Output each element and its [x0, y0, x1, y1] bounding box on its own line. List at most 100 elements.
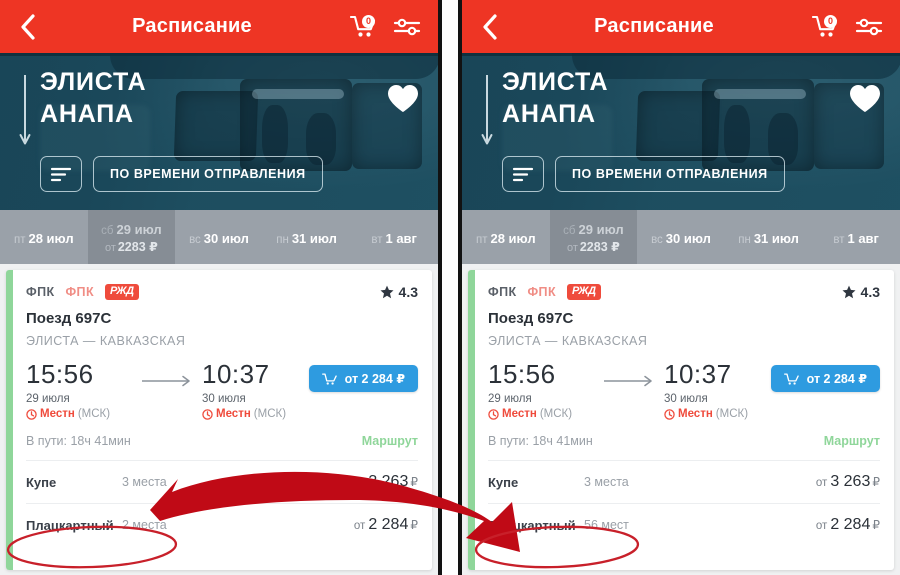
date-price: 2283 ₽ [579, 240, 620, 254]
departure-block: 15:56 29 июля Местн (МСК) [26, 361, 133, 420]
shopping-cart-icon [783, 372, 799, 385]
date-price-prefix: от [104, 242, 116, 254]
departure-date: 29 июля [26, 393, 70, 405]
date-dow: вс [651, 233, 663, 246]
date-day: 29 июл [116, 222, 162, 237]
date-cell[interactable]: пт 28 июл [0, 210, 88, 264]
date-dow: вс [189, 233, 201, 246]
app-bar-actions: 0 [348, 12, 426, 42]
class-price-value: 3 263 [368, 473, 409, 490]
date-cell[interactable]: вс 30 июл [175, 210, 263, 264]
class-row[interactable]: Плацкартный 56 мест от 2 284 ₽ [488, 504, 880, 546]
results-list: ФПК ФПК РЖД 4.3 Поезд 697С ЭЛИСТА — КАВК… [0, 264, 438, 575]
carrier-badges: ФПК ФПК РЖД [26, 284, 139, 300]
carrier-name-2: ФПК [65, 285, 94, 299]
date-cell[interactable]: пт 28 июл [462, 210, 550, 264]
route-details-link[interactable]: Маршрут [362, 434, 418, 448]
cart-count-badge: 0 [824, 14, 837, 28]
class-price: от 2 284 ₽ [816, 516, 880, 534]
class-price-prefix: от [353, 520, 366, 532]
arrival-timezone-label: Местн [677, 408, 713, 420]
shopping-cart-icon[interactable]: 0 [348, 12, 378, 42]
hero-buttons: ПО ВРЕМЕНИ ОТПРАВЛЕНИЯ [40, 156, 323, 192]
carrier-name-1: ФПК [26, 285, 55, 299]
class-name: Плацкартный [488, 517, 576, 533]
app-bar-actions: 0 [810, 12, 888, 42]
sort-by-departure-button[interactable]: ПО ВРЕМЕНИ ОТПРАВЛЕНИЯ [555, 156, 785, 192]
date-cell[interactable]: пн 31 июл [725, 210, 813, 264]
date-cell-selected[interactable]: сб 29 июл от 2283 ₽ [87, 210, 176, 264]
departure-timezone-note: (МСК) [539, 408, 573, 420]
class-row[interactable]: Купе 3 места от 3 263 ₽ [488, 461, 880, 504]
trip-duration: В пути: 18ч 41мин [488, 434, 593, 448]
buy-ticket-button[interactable]: от 2 284 ₽ [308, 365, 419, 392]
class-price-currency: ₽ [872, 475, 880, 489]
class-price: от 3 263 ₽ [354, 473, 418, 491]
carrier-badges: ФПК ФПК РЖД [488, 284, 601, 300]
route-block: ЭЛИСТА АНАПА [476, 67, 884, 151]
carrier-name-1: ФПК [488, 285, 517, 299]
arrival-timezone-note: (МСК) [715, 408, 749, 420]
arrival-date: 30 июля [201, 393, 246, 405]
sort-lines-icon[interactable] [40, 156, 82, 192]
heart-filled-icon[interactable] [386, 83, 420, 119]
train-route: ЭЛИСТА — КАВКАЗСКАЯ [26, 334, 186, 348]
date-day: 29 июл [578, 222, 624, 237]
arrival-timezone-note: (МСК) [253, 408, 287, 420]
date-dow: вт [833, 233, 845, 246]
rating-value: 4.3 [860, 284, 880, 300]
buy-ticket-button[interactable]: от 2 284 ₽ [770, 365, 881, 392]
route-details-link[interactable]: Маршрут [824, 434, 880, 448]
shopping-cart-icon[interactable]: 0 [810, 12, 840, 42]
shopping-cart-icon [321, 372, 337, 385]
departure-timezone: Местн (МСК) [26, 408, 133, 420]
app-bar: Расписание 0 [0, 0, 438, 53]
rating-value: 4.3 [398, 284, 418, 300]
app-bar: Расписание 0 [462, 0, 900, 53]
train-card[interactable]: ФПК ФПК РЖД 4.3 Поезд 697С ЭЛИСТА — КАВК… [6, 270, 432, 570]
date-strip: пт 28 июл сб 29 июл от 2283 ₽ вс 30 июл пн 31… [0, 210, 438, 264]
date-day: 31 июл [291, 230, 337, 246]
class-seats: 2 места [122, 518, 167, 532]
sort-by-departure-button[interactable]: ПО ВРЕМЕНИ ОТПРАВЛЕНИЯ [93, 156, 323, 192]
sort-lines-icon[interactable] [502, 156, 544, 192]
date-cell-selected[interactable]: сб 29 июл от 2283 ₽ [549, 210, 638, 264]
arrow-right-icon [595, 361, 664, 387]
departure-timezone: Местн (МСК) [488, 408, 595, 420]
route-hero: ЭЛИСТА АНАПА ПО ВРЕМЕНИ ОТПРАВЛЕНИЯ [0, 53, 438, 210]
date-day: 1 авг [385, 230, 417, 246]
clock-icon [664, 408, 675, 420]
date-cell[interactable]: вт 1 авг [350, 210, 438, 264]
departure-block: 15:56 29 июля Местн (МСК) [488, 361, 595, 420]
route-origin: ЭЛИСТА [502, 68, 609, 96]
train-card[interactable]: ФПК ФПК РЖД 4.3 Поезд 697С ЭЛИСТА — КАВК… [468, 270, 894, 570]
card-accent-stripe [6, 270, 13, 570]
class-row[interactable]: Купе 3 места от 3 263 ₽ [26, 461, 418, 504]
sliders-filter-icon[interactable] [854, 12, 884, 42]
date-cell[interactable]: пн 31 июл [263, 210, 351, 264]
sliders-filter-icon[interactable] [392, 12, 422, 42]
train-number: Поезд 697С [26, 310, 112, 327]
class-name: Плацкартный [26, 517, 114, 533]
train-route: ЭЛИСТА — КАВКАЗСКАЯ [488, 334, 648, 348]
class-row[interactable]: Плацкартный 2 места от 2 284 ₽ [26, 504, 418, 546]
date-cell[interactable]: вс 30 июл [637, 210, 725, 264]
date-dow: сб [563, 225, 576, 237]
departure-timezone-note: (МСК) [77, 408, 111, 420]
card-accent-stripe [468, 270, 475, 570]
arrow-down-icon [14, 67, 36, 151]
arrival-date: 30 июля [663, 393, 708, 405]
class-name: Купе [488, 474, 519, 490]
heart-filled-icon[interactable] [848, 83, 882, 119]
date-dow: пт [13, 233, 26, 246]
results-list: ФПК ФПК РЖД 4.3 Поезд 697С ЭЛИСТА — КАВК… [462, 264, 900, 575]
page-title: Расписание [132, 15, 252, 37]
class-seats: 3 места [584, 475, 629, 489]
class-price: от 2 284 ₽ [354, 516, 418, 534]
date-day: 30 июл [665, 230, 711, 246]
arrival-timezone-label: Местн [215, 408, 251, 420]
date-cell[interactable]: вт 1 авг [812, 210, 900, 264]
date-dow: пт [475, 233, 488, 246]
departure-timezone-label: Местн [40, 408, 75, 420]
rating: 4.3 [380, 284, 418, 300]
